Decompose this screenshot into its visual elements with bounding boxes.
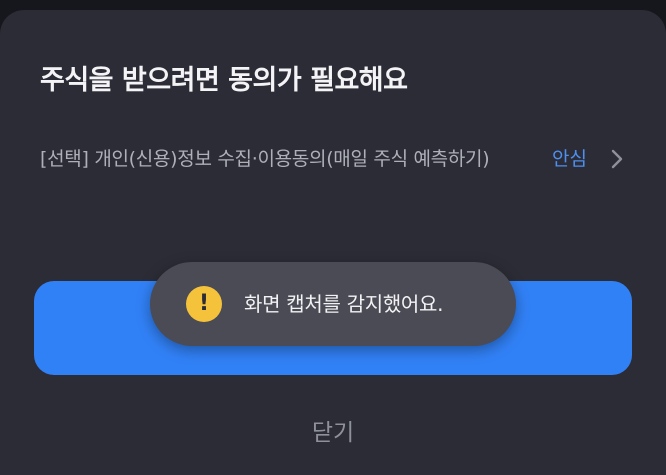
- consent-label: [선택] 개인(신용)정보 수집·이용동의(매일 주식 예측하기): [40, 148, 490, 170]
- close-button[interactable]: 닫기: [283, 408, 383, 452]
- screen: 주식을 받으려면 동의가 필요해요 [선택] 개인(신용)정보 수집·이용동의(…: [0, 0, 666, 475]
- bottom-sheet: 주식을 받으려면 동의가 필요해요 [선택] 개인(신용)정보 수집·이용동의(…: [0, 10, 666, 475]
- toast-message: 화면 캡처를 감지했어요.: [244, 292, 444, 316]
- view-details-link[interactable]: 안심: [552, 142, 587, 176]
- warning-icon: !: [186, 286, 222, 322]
- chevron-right-icon[interactable]: [606, 148, 628, 170]
- sheet-title: 주식을 받으려면 동의가 필요해요: [40, 65, 408, 96]
- consent-item[interactable]: [선택] 개인(신용)정보 수집·이용동의(매일 주식 예측하기) 안심: [40, 142, 630, 222]
- toast: ! 화면 캡처를 감지했어요.: [150, 262, 516, 346]
